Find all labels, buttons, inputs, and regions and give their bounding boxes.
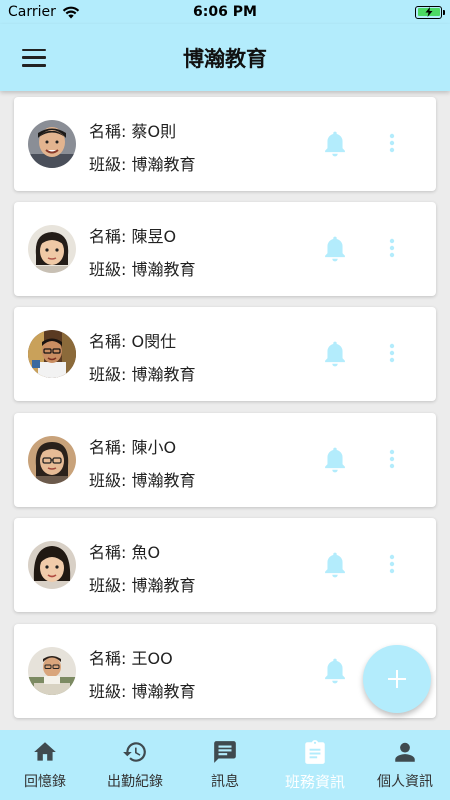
app-bar: 博瀚教育 [0, 24, 450, 91]
student-name: 名稱: 陳小O [89, 438, 177, 457]
student-class: 班級: 博瀚教育 [89, 260, 196, 279]
wifi-icon [62, 6, 80, 18]
student-avatar [28, 647, 76, 695]
status-bar: Carrier 6:06 PM [0, 0, 450, 24]
student-avatar [28, 225, 76, 273]
bell-icon[interactable] [322, 130, 348, 158]
bell-icon[interactable] [322, 551, 348, 579]
bell-icon[interactable] [322, 340, 348, 368]
nav-label: 訊息 [211, 774, 239, 790]
student-info: 名稱: 陳小O 班級: 博瀚教育 [89, 431, 195, 497]
battery-icon [415, 5, 445, 19]
bell-icon[interactable] [322, 235, 348, 263]
student-card[interactable]: 名稱: 蔡O則 班級: 博瀚教育 [14, 97, 436, 191]
plus-icon [388, 670, 406, 688]
nav-item-attendance[interactable]: 出勤紀錄 [90, 730, 180, 800]
more-options-icon[interactable] [380, 552, 404, 576]
student-class: 班級: 博瀚教育 [89, 155, 196, 174]
home-icon [34, 742, 56, 761]
add-button[interactable] [363, 645, 431, 713]
person-icon [395, 742, 415, 762]
student-info: 名稱: 王OO 班級: 博瀚教育 [89, 642, 195, 708]
nav-item-profile[interactable]: 個人資訊 [360, 730, 450, 800]
student-name: 名稱: O閔仕 [89, 332, 177, 351]
student-card[interactable]: 名稱: 陳昱O 班級: 博瀚教育 [14, 202, 436, 296]
student-info: 名稱: 魚O 班級: 博瀚教育 [89, 536, 195, 602]
menu-icon[interactable] [22, 48, 46, 67]
student-name: 名稱: 陳昱O [89, 227, 177, 246]
student-info: 名稱: 陳昱O 班級: 博瀚教育 [89, 220, 195, 286]
student-class: 班級: 博瀚教育 [89, 471, 196, 490]
clipboard-icon [305, 740, 325, 764]
student-class: 班級: 博瀚教育 [89, 365, 196, 384]
bell-icon[interactable] [322, 446, 348, 474]
student-avatar [28, 436, 76, 484]
nav-item-memories[interactable]: 回憶錄 [0, 730, 90, 800]
nav-label: 班務資訊 [284, 773, 345, 791]
carrier-label: Carrier [8, 4, 56, 20]
student-card[interactable]: 名稱: 陳小O 班級: 博瀚教育 [14, 413, 436, 507]
nav-item-class-info[interactable]: 班務資訊 [270, 730, 360, 800]
student-info: 名稱: O閔仕 班級: 博瀚教育 [89, 325, 195, 391]
more-options-icon[interactable] [380, 236, 404, 260]
student-class: 班級: 博瀚教育 [89, 682, 196, 701]
student-avatar [28, 541, 76, 589]
student-avatar [28, 330, 76, 378]
bottom-nav: 回憶錄 出勤紀錄 訊息 班務資訊 個人資訊 [0, 730, 450, 800]
student-name: 名稱: 王OO [89, 649, 173, 668]
history-icon [123, 742, 146, 762]
message-icon [214, 741, 236, 763]
nav-item-messages[interactable]: 訊息 [180, 730, 270, 800]
more-options-icon[interactable] [380, 447, 404, 471]
bell-icon[interactable] [322, 657, 348, 685]
more-options-icon[interactable] [380, 341, 404, 365]
page-title: 博瀚教育 [183, 46, 267, 71]
student-avatar [28, 120, 76, 168]
student-card[interactable]: 名稱: 魚O 班級: 博瀚教育 [14, 518, 436, 612]
student-list[interactable]: 名稱: 蔡O則 班級: 博瀚教育 名稱: 陳昱O 班級: 博瀚教育 名稱: O閔… [0, 91, 450, 730]
nav-label: 個人資訊 [377, 774, 433, 790]
status-left: Carrier [8, 4, 80, 20]
student-name: 名稱: 蔡O則 [89, 122, 177, 141]
more-options-icon[interactable] [380, 131, 404, 155]
student-name: 名稱: 魚O [89, 543, 161, 562]
nav-label: 出勤紀錄 [107, 774, 163, 790]
student-info: 名稱: 蔡O則 班級: 博瀚教育 [89, 115, 195, 181]
student-card[interactable]: 名稱: O閔仕 班級: 博瀚教育 [14, 307, 436, 401]
student-class: 班級: 博瀚教育 [89, 576, 196, 595]
nav-label: 回憶錄 [24, 774, 66, 790]
